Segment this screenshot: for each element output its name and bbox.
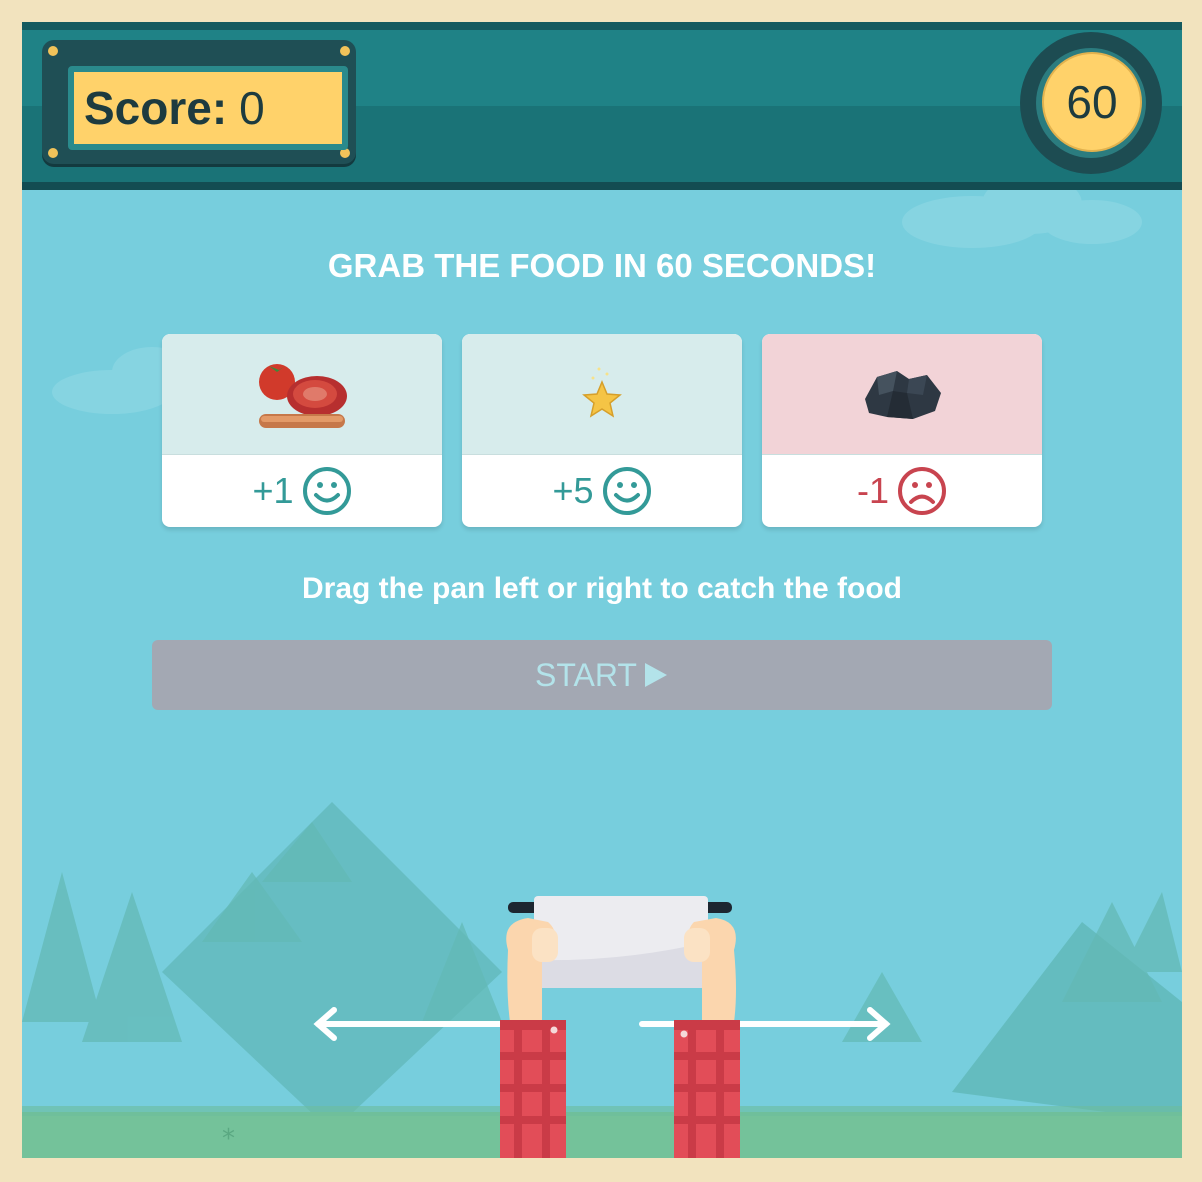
game-frame: * Score: 0 60 GRAB THE FOOD IN 60 SECOND… [0,0,1202,1182]
game-area: * Score: 0 60 GRAB THE FOOD IN 60 SECOND… [22,22,1182,1158]
pan-icon[interactable] [22,22,1182,1158]
